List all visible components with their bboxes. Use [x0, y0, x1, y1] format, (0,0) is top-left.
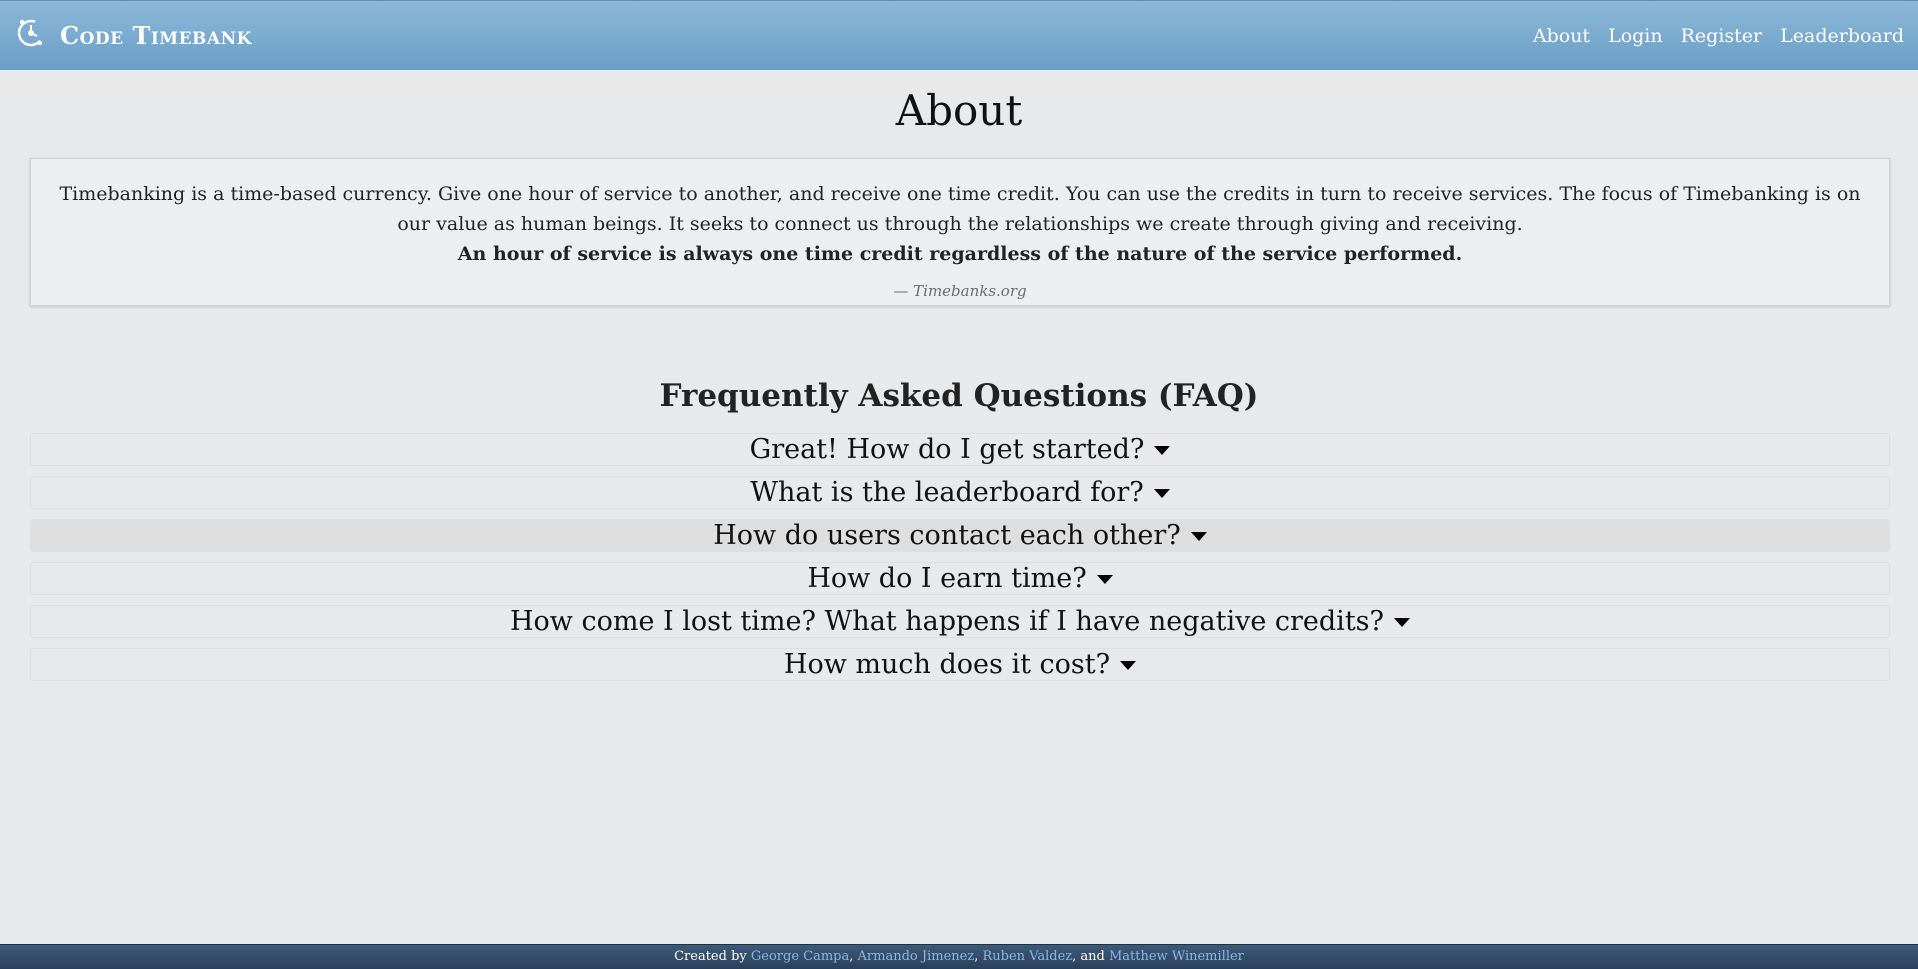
- footer-separator: ,: [974, 949, 979, 964]
- faq-question: How do users contact each other?: [713, 520, 1181, 551]
- timebank-logo-icon: [14, 16, 48, 54]
- author-link[interactable]: Ruben Valdez: [982, 949, 1072, 964]
- caret-down-icon: [1120, 661, 1137, 670]
- faq-question: How do I earn time?: [807, 563, 1087, 594]
- footer-separator: , and: [1072, 949, 1105, 964]
- faq-item-earn-time[interactable]: How do I earn time?: [30, 562, 1890, 595]
- footer-prefix: Created by: [674, 949, 747, 964]
- faq-question: How much does it cost?: [783, 649, 1111, 680]
- faq-question: How come I lost time? What happens if I …: [509, 606, 1385, 637]
- top-navbar: Code Timebank About Login Register Leade…: [0, 0, 1918, 70]
- author-link[interactable]: Matthew Winemiller: [1109, 949, 1244, 964]
- nav-link-login[interactable]: Login: [1608, 25, 1663, 47]
- author-link[interactable]: Armando Jimenez: [858, 949, 975, 964]
- nav-links: About Login Register Leaderboard: [1533, 25, 1904, 47]
- brand-link[interactable]: Code Timebank: [14, 15, 252, 55]
- faq-item-cost[interactable]: How much does it cost?: [30, 648, 1890, 681]
- faq-item-leaderboard[interactable]: What is the leaderboard for?: [30, 476, 1890, 509]
- brand-name: Code Timebank: [60, 20, 252, 50]
- caret-down-icon: [1153, 489, 1170, 498]
- faq-heading: Frequently Asked Questions (FAQ): [659, 378, 1259, 414]
- caret-down-icon: [1394, 618, 1411, 627]
- faq-list: Great! How do I get started? What is the…: [30, 433, 1890, 691]
- page-title: About: [895, 86, 1023, 135]
- faq-item-get-started[interactable]: Great! How do I get started?: [30, 433, 1890, 466]
- faq-item-lost-time[interactable]: How come I lost time? What happens if I …: [30, 605, 1890, 638]
- quote-text: Timebanking is a time-based currency. Gi…: [59, 183, 1861, 235]
- author-link[interactable]: George Campa: [751, 949, 849, 964]
- nav-link-about[interactable]: About: [1533, 25, 1590, 47]
- caret-down-icon: [1096, 575, 1113, 584]
- caret-down-icon: [1190, 532, 1207, 541]
- nav-link-register[interactable]: Register: [1681, 25, 1763, 47]
- caret-down-icon: [1154, 446, 1171, 455]
- quote-emphasis: An hour of service is always one time cr…: [457, 243, 1463, 265]
- footer: Created by George Campa, Armando Jimenez…: [0, 944, 1918, 969]
- footer-separator: ,: [849, 949, 854, 964]
- nav-link-leaderboard[interactable]: Leaderboard: [1780, 25, 1904, 47]
- faq-question: What is the leaderboard for?: [750, 477, 1144, 508]
- quote-source: — Timebanks.org: [893, 282, 1027, 300]
- faq-item-contact[interactable]: How do users contact each other?: [30, 519, 1890, 552]
- timebanking-quote: Timebanking is a time-based currency. Gi…: [30, 158, 1890, 306]
- faq-question: Great! How do I get started?: [749, 434, 1145, 465]
